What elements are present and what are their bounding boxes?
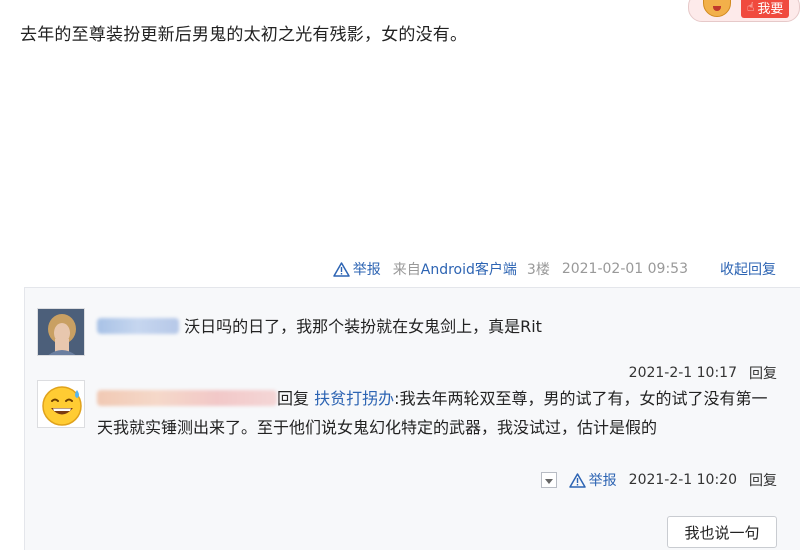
reply-section: 沃日吗的日了，我那个装扮就在女鬼剑上，真是Rit 2021-2-1 10:17 … [24,287,800,550]
sweat-smile-emoji-icon [38,381,84,427]
warning-icon [333,261,350,277]
corner-badge[interactable]: ☝ 我要 [688,0,800,22]
blurred-username[interactable] [97,318,179,334]
reply-word: 回复 [277,389,310,408]
client-name-link[interactable]: Android客户端 [421,262,517,278]
reply-content: 沃日吗的日了，我那个装扮就在女鬼剑上，真是Rit [184,317,542,336]
hand-icon: ☝ [747,0,755,14]
reply-text: 回复 扶贫打拐办:我去年两轮双至尊，男的试了有，女的试了没有第一天我就实锤测出来… [97,384,779,442]
collapse-replies-link[interactable]: 收起回复 [720,259,776,279]
post-content: 去年的至尊装扮更新后男鬼的太初之光有残影，女的没有。 [20,25,468,45]
portrait-avatar-icon [38,309,84,355]
post-datetime: 2021-02-01 09:53 [561,261,688,277]
report-label: 举报 [352,262,381,278]
reply-target-username[interactable]: 扶贫打拐办 [314,389,394,408]
post-meta: 举报 来自Android客户端 3楼 2021-02-01 09:53 收起回复 [333,259,776,279]
avatar[interactable] [37,380,85,428]
blurred-username[interactable] [97,390,277,406]
report-link[interactable]: 举报 [333,259,381,279]
floor-number: 3楼 [526,262,550,278]
add-comment-button[interactable]: 我也说一句 [667,516,777,548]
client-source: 来自Android客户端 [393,259,517,279]
client-prefix: 来自 [392,262,421,278]
reply-button[interactable]: 回复 [749,363,777,383]
reply-meta: 2021-2-1 10:17 回复 [629,363,777,383]
reply-button[interactable]: 回复 [749,470,777,490]
reply-meta: 举报 2021-2-1 10:20 回复 [540,470,777,490]
reply-text: 沃日吗的日了，我那个装扮就在女鬼剑上，真是Rit [97,312,779,341]
report-label: 举报 [588,473,617,489]
emoji-avatar-icon [703,0,731,17]
more-dropdown-button[interactable] [540,472,557,488]
report-link[interactable]: 举报 [568,470,617,490]
corner-badge-tag[interactable]: ☝ 我要 [741,0,790,18]
reply-datetime: 2021-2-1 10:17 [628,365,737,381]
corner-badge-label: 我要 [757,1,784,17]
warning-icon [568,472,586,488]
reply-datetime: 2021-2-1 10:20 [628,472,737,488]
avatar[interactable] [37,308,85,356]
